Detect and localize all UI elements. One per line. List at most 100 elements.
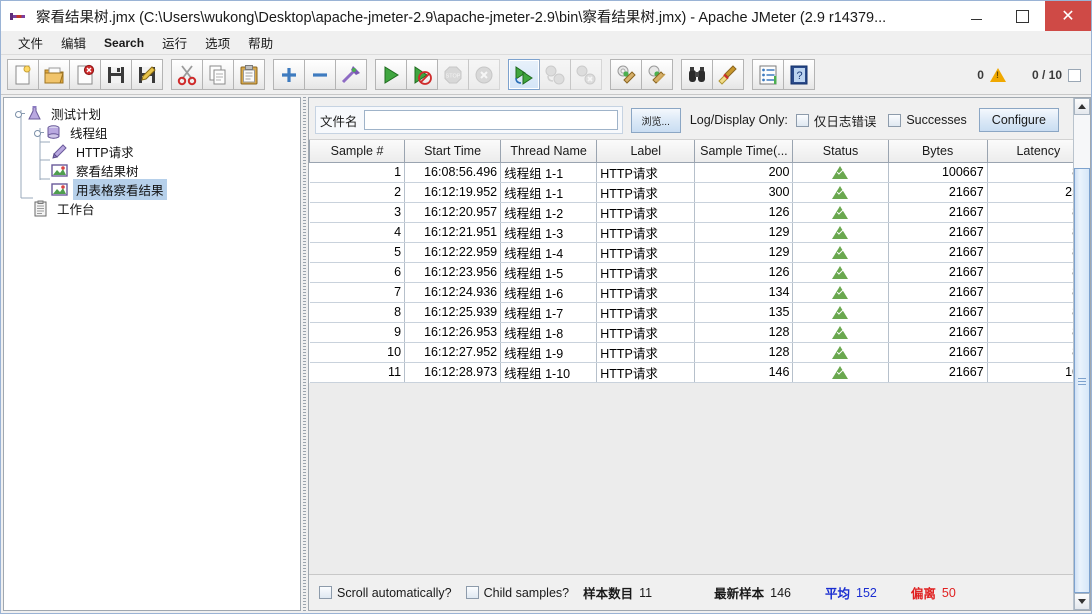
cut-button[interactable] [171, 59, 203, 90]
column-header-bytes[interactable]: Bytes [888, 140, 987, 162]
cell-thread-name: 线程组 1-5 [501, 262, 597, 282]
remote-shutdown-all-button[interactable] [570, 59, 602, 90]
cell-sample-num: 4 [310, 222, 405, 242]
table-row[interactable]: 716:12:24.936线程组 1-6HTTP请求1342166787 [310, 282, 1090, 302]
cell-sample-num: 6 [310, 262, 405, 282]
cell-start-time: 16:12:24.936 [405, 282, 501, 302]
scroll-thumb[interactable] [1074, 168, 1090, 593]
child-samples-row[interactable]: Child samples? [466, 586, 569, 600]
browse-button[interactable]: 浏览... [631, 108, 681, 133]
table-header-row: Sample # Start Time Thread Name Label Sa… [310, 140, 1090, 162]
minimize-button[interactable] [953, 1, 999, 31]
column-header-sample-time[interactable]: Sample Time(... [695, 140, 793, 162]
cell-thread-name: 线程组 1-6 [501, 282, 597, 302]
configure-button[interactable]: Configure [979, 108, 1059, 132]
test-plan-tree[interactable]: 测试计划 线程组 HTTP请求 [3, 97, 301, 611]
cell-sample-num: 5 [310, 242, 405, 262]
expand-handle-icon[interactable] [14, 108, 25, 119]
table-row[interactable]: 616:12:23.956线程组 1-5HTTP请求1262166782 [310, 262, 1090, 282]
expand-all-button[interactable] [273, 59, 305, 90]
tree-label-view-results-tree: 察看结果树 [73, 160, 142, 181]
search-button[interactable] [681, 59, 713, 90]
table-row[interactable]: 316:12:20.957线程组 1-2HTTP请求1262166781 [310, 202, 1090, 222]
table-row[interactable]: 516:12:22.959线程组 1-4HTTP请求1292166784 [310, 242, 1090, 262]
green-success-triangle-icon [832, 166, 848, 179]
reset-search-button[interactable] [712, 59, 744, 90]
filename-input[interactable] [364, 110, 618, 130]
function-helper-button[interactable] [752, 59, 784, 90]
remote-shutdown-icon [575, 64, 597, 86]
toolbar-group-file [7, 59, 162, 90]
remote-stop-all-button[interactable] [539, 59, 571, 90]
shutdown-button[interactable] [468, 59, 500, 90]
scroll-automatically-checkbox[interactable] [319, 586, 332, 599]
open-button[interactable] [38, 59, 70, 90]
tree-item-view-results-tree[interactable]: 察看结果树 [4, 161, 300, 180]
cell-sample-num: 8 [310, 302, 405, 322]
menu-search[interactable]: Search [95, 33, 153, 53]
menu-run[interactable]: 运行 [153, 30, 196, 55]
column-header-label[interactable]: Label [597, 140, 695, 162]
clear-button[interactable] [610, 59, 642, 90]
stop-button[interactable]: STOP [437, 59, 469, 90]
copy-button[interactable] [202, 59, 234, 90]
tree-item-test-plan[interactable]: 测试计划 [4, 104, 300, 123]
column-header-start-time[interactable]: Start Time [405, 140, 501, 162]
cell-bytes: 21667 [888, 362, 987, 382]
successes-checkbox[interactable] [888, 114, 901, 127]
column-header-status[interactable]: Status [793, 140, 888, 162]
scroll-up-button[interactable] [1074, 98, 1090, 115]
new-button[interactable] [7, 59, 39, 90]
cell-sample-time: 200 [695, 162, 793, 182]
cell-sample-num: 9 [310, 322, 405, 342]
menu-file[interactable]: 文件 [9, 30, 52, 55]
collapse-all-button[interactable] [304, 59, 336, 90]
scroll-track[interactable] [1074, 115, 1090, 593]
help-button[interactable]: ? [783, 59, 815, 90]
save-as-button[interactable] [131, 59, 163, 90]
table-row[interactable]: 816:12:25.939线程组 1-7HTTP请求1352166789 [310, 302, 1090, 322]
tree-item-http-request[interactable]: HTTP请求 [4, 142, 300, 161]
scroll-automatically-row[interactable]: Scroll automatically? [319, 586, 452, 600]
remote-start-all-button[interactable] [508, 59, 540, 90]
green-success-triangle-icon [832, 266, 848, 279]
errors-only-checkbox-row[interactable]: 仅日志错误 [796, 111, 877, 130]
cell-thread-name: 线程组 1-3 [501, 222, 597, 242]
column-header-thread-name[interactable]: Thread Name [501, 140, 597, 162]
table-row[interactable]: 1116:12:28.973线程组 1-10HTTP请求14621667100 [310, 362, 1090, 382]
errors-only-checkbox[interactable] [796, 114, 809, 127]
tree-item-thread-group[interactable]: 线程组 [4, 123, 300, 142]
scroll-down-button[interactable] [1074, 593, 1090, 610]
child-samples-checkbox[interactable] [466, 586, 479, 599]
maximize-button[interactable] [999, 1, 1045, 31]
tree-item-workbench[interactable]: 工作台 [4, 199, 300, 218]
menu-options[interactable]: 选项 [196, 30, 239, 55]
successes-checkbox-row[interactable]: Successes [888, 113, 966, 127]
results-table[interactable]: Sample # Start Time Thread Name Label Sa… [309, 140, 1090, 383]
cell-label: HTTP请求 [597, 262, 695, 282]
start-button[interactable] [375, 59, 407, 90]
sync-checkbox[interactable] [1068, 69, 1081, 82]
expand-handle-icon[interactable] [33, 127, 44, 138]
table-row[interactable]: 116:08:56.496线程组 1-1HTTP请求20010066783 [310, 162, 1090, 182]
table-row[interactable]: 416:12:21.951线程组 1-3HTTP请求1292166786 [310, 222, 1090, 242]
tree-item-view-results-table[interactable]: 用表格察看结果 [4, 180, 300, 199]
table-row[interactable]: 216:12:19.952线程组 1-1HTTP请求30021667259 [310, 182, 1090, 202]
close-button[interactable] [69, 59, 101, 90]
clear-all-button[interactable] [641, 59, 673, 90]
cell-start-time: 16:12:19.952 [405, 182, 501, 202]
table-row[interactable]: 1016:12:27.952线程组 1-9HTTP请求1282166781 [310, 342, 1090, 362]
sample-count-label: 样本数目 [583, 583, 633, 602]
toggle-button[interactable] [335, 59, 367, 90]
latest-sample-label: 最新样本 [714, 583, 764, 602]
paste-button[interactable] [233, 59, 265, 90]
close-window-button[interactable]: ✕ [1045, 1, 1091, 31]
column-header-sample-num[interactable]: Sample # [310, 140, 405, 162]
menu-edit[interactable]: 编辑 [52, 30, 95, 55]
table-row[interactable]: 916:12:26.953线程组 1-8HTTP请求1282166787 [310, 322, 1090, 342]
save-button[interactable] [100, 59, 132, 90]
split-divider[interactable] [301, 97, 308, 611]
start-no-pauses-button[interactable] [406, 59, 438, 90]
vertical-scrollbar[interactable] [1073, 98, 1090, 610]
menu-help[interactable]: 帮助 [239, 30, 282, 55]
